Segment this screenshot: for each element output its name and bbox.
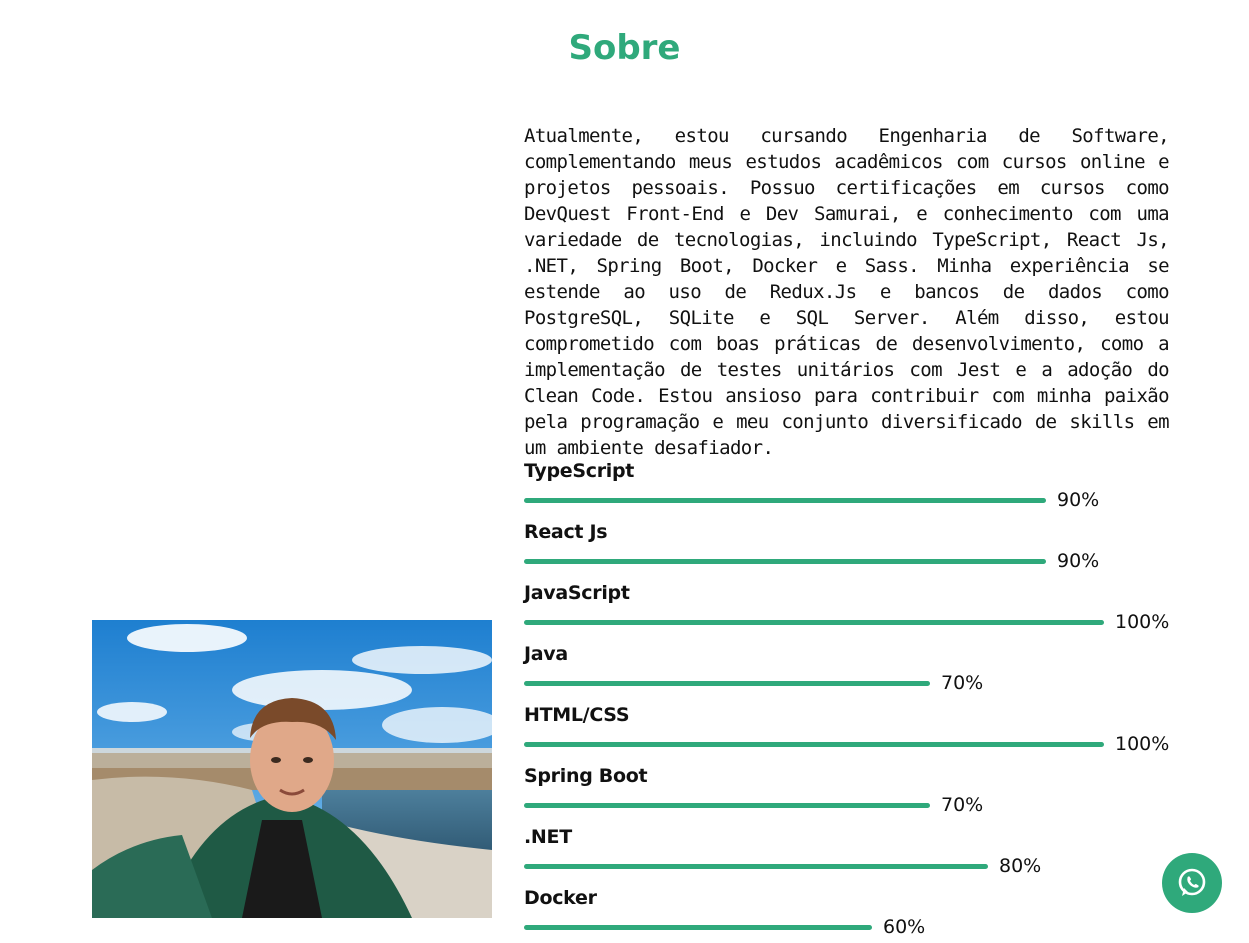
skill-item: React Js 90%: [524, 521, 1184, 582]
skill-progress-bar: [524, 802, 930, 808]
skill-percentage: 60%: [883, 916, 926, 938]
skill-item: .NET 80%: [524, 826, 1184, 887]
skill-percentage: 100%: [1115, 611, 1170, 633]
skill-name: .NET: [524, 826, 572, 848]
skill-progress-row: 90%: [524, 549, 1184, 573]
whatsapp-button[interactable]: [1162, 853, 1222, 913]
skills-list: TypeScript 90% React Js 90% JavaScript 100% Ja…: [524, 460, 1184, 943]
skill-item: Spring Boot 70%: [524, 765, 1184, 826]
skill-percentage: 100%: [1115, 733, 1170, 755]
skill-progress-row: 60%: [524, 915, 1184, 939]
skill-progress-row: 70%: [524, 671, 1184, 695]
skill-progress-bar: [524, 680, 930, 686]
about-section: Sobre Atualmente, estou cursando Engenha…: [0, 0, 1249, 943]
skill-progress-bar: [524, 924, 872, 930]
about-description: Atualmente, estou cursando Engenharia de…: [524, 125, 1170, 459]
skill-progress-bar: [524, 863, 988, 869]
whatsapp-icon: [1178, 868, 1206, 896]
skill-progress-row: 100%: [524, 610, 1184, 634]
skill-name: HTML/CSS: [524, 704, 630, 726]
skill-percentage: 70%: [941, 794, 984, 816]
skill-item: JavaScript 100%: [524, 582, 1184, 643]
skill-percentage: 90%: [1057, 489, 1100, 511]
skill-name: Java: [524, 643, 568, 665]
skill-name: TypeScript: [524, 460, 635, 482]
section-title: Sobre: [568, 28, 681, 68]
skill-progress-bar: [524, 558, 1046, 564]
skill-percentage: 80%: [999, 855, 1042, 877]
skill-progress-row: 90%: [524, 488, 1184, 512]
profile-photo: [92, 620, 492, 918]
skill-progress-bar: [524, 497, 1046, 503]
skill-progress-row: 80%: [524, 854, 1184, 878]
skill-item: Docker 60%: [524, 887, 1184, 943]
skill-percentage: 70%: [941, 672, 984, 694]
skill-name: JavaScript: [524, 582, 630, 604]
skill-item: TypeScript 90%: [524, 460, 1184, 521]
skill-progress-row: 100%: [524, 732, 1184, 756]
skill-item: Java 70%: [524, 643, 1184, 704]
skill-progress-bar: [524, 741, 1104, 747]
skill-progress-row: 70%: [524, 793, 1184, 817]
skill-progress-bar: [524, 619, 1104, 625]
skill-item: HTML/CSS 100%: [524, 704, 1184, 765]
skill-name: Spring Boot: [524, 765, 648, 787]
skill-name: React Js: [524, 521, 608, 543]
skill-percentage: 90%: [1057, 550, 1100, 572]
skill-name: Docker: [524, 887, 597, 909]
